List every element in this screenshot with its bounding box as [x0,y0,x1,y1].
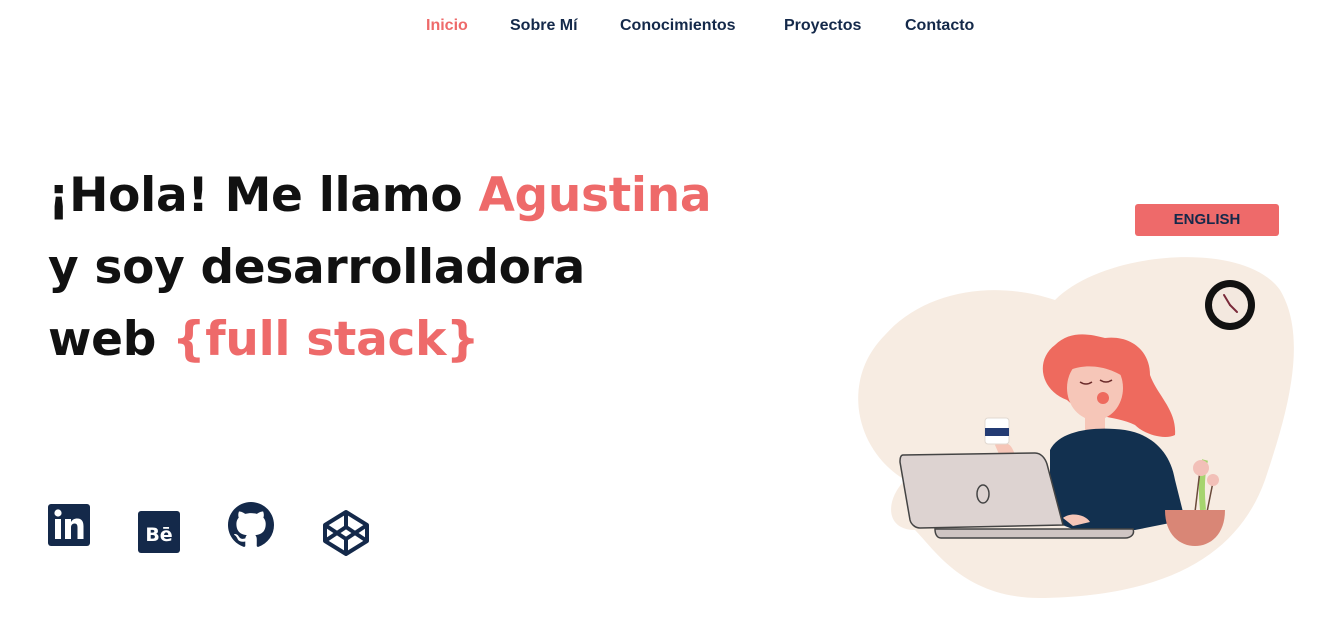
hero-line-2: y soy desarrolladora [48,240,585,295]
hero-line-1: ¡Hola! Me llamo Agustina [48,168,712,223]
nav-link-conocimientos[interactable]: Conocimientos [620,17,736,35]
hero-greeting: ¡Hola! Me llamo [48,168,479,223]
hero-name: Agustina [478,168,712,223]
github-icon[interactable] [228,502,274,548]
language-toggle-button[interactable]: ENGLISH [1135,204,1279,236]
main-nav: Inicio Sobre Mí Conocimientos Proyectos … [0,0,1340,52]
behance-icon[interactable]: Bē [138,511,180,553]
hero-illustration [845,250,1305,610]
nav-link-proyectos[interactable]: Proyectos [784,17,861,35]
nav-link-sobre-mi[interactable]: Sobre Mí [510,17,578,35]
hero-line-3: web {full stack} [48,312,480,367]
nav-link-inicio[interactable]: Inicio [426,17,468,35]
clock-icon [1205,280,1255,330]
linkedin-icon[interactable] [48,504,90,546]
behance-glyph: Bē [145,524,172,546]
codepen-icon[interactable] [321,508,371,558]
hero-web: web [48,312,173,367]
nav-link-contacto[interactable]: Contacto [905,17,974,35]
hero-full-stack: {full stack} [172,312,480,367]
